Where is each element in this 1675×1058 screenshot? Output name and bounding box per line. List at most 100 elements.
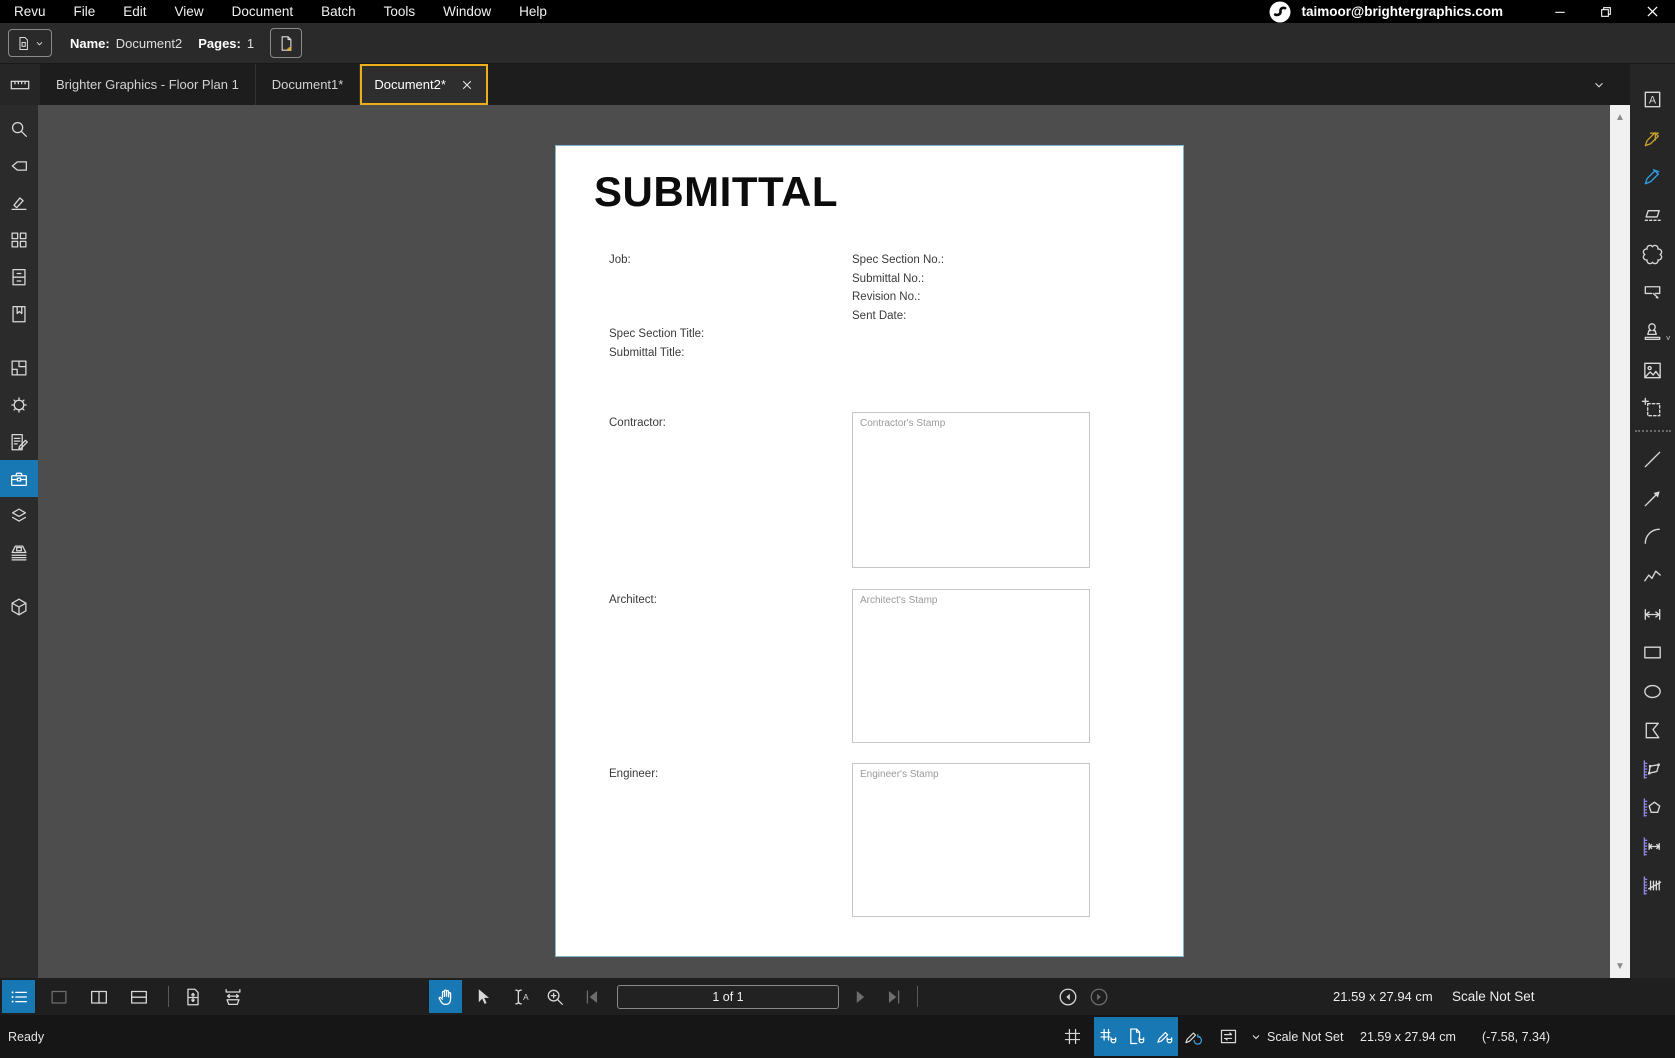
document-canvas[interactable]: SUBMITTAL Job: Spec Section No.: Submitt… — [38, 105, 1610, 978]
sidebar-item-thumbnails[interactable] — [0, 221, 38, 258]
tool-cloud[interactable] — [1633, 235, 1673, 274]
fit-width-button[interactable] — [216, 980, 249, 1013]
snap-document-toggle[interactable] — [1122, 1017, 1150, 1056]
minimize-button[interactable] — [1537, 0, 1583, 23]
tool-callout[interactable] — [1633, 273, 1673, 312]
engineer-stamp-field[interactable]: Engineer's Stamp — [852, 763, 1090, 917]
sidebar-item-markup-summary[interactable] — [0, 423, 38, 460]
next-page-button[interactable] — [843, 980, 876, 1013]
next-view-button[interactable] — [1082, 980, 1115, 1013]
menu-edit[interactable]: Edit — [109, 0, 160, 23]
sidebar-item-layers[interactable] — [0, 497, 38, 534]
markup-reuse-toggle[interactable] — [1178, 1017, 1206, 1056]
layers-icon — [8, 505, 30, 527]
sidebar-item-3d-model[interactable] — [0, 534, 38, 571]
sidebar-item-studio[interactable] — [0, 588, 38, 625]
tool-dimension[interactable] — [1633, 595, 1673, 634]
tool-measure-perimeter[interactable] — [1633, 750, 1673, 789]
sync-views-toggle[interactable] — [1214, 1017, 1242, 1056]
split-horizontal-button[interactable] — [122, 980, 155, 1013]
sidebar-item-signature[interactable] — [0, 184, 38, 221]
scale-dropdown[interactable]: Scale Not Set — [1250, 1015, 1343, 1058]
select-button[interactable] — [466, 980, 499, 1013]
markup-toolbar: A ˅ — [1630, 64, 1675, 978]
select-text-button[interactable]: A — [502, 980, 535, 1013]
sidebar-item-tag[interactable] — [0, 147, 38, 184]
markup-list-button[interactable] — [2, 980, 35, 1013]
tool-highlighter[interactable] — [1633, 196, 1673, 235]
new-page-button[interactable] — [270, 28, 303, 58]
sidebar-item-settings[interactable] — [0, 386, 38, 423]
document-menu-button[interactable] — [8, 29, 52, 57]
tool-pen-yellow[interactable] — [1633, 119, 1673, 158]
chevron-down-icon[interactable]: ˅ — [1666, 334, 1671, 343]
single-pane-button[interactable] — [42, 980, 75, 1013]
tool-rectangle[interactable] — [1633, 634, 1673, 673]
zoom-button[interactable] — [539, 980, 572, 1013]
architect-stamp-field[interactable]: Architect's Stamp — [852, 589, 1090, 743]
menu-revu[interactable]: Revu — [0, 0, 60, 23]
callout-icon — [1641, 281, 1664, 304]
first-page-button[interactable] — [575, 980, 608, 1013]
scale-readout[interactable]: Scale Not Set — [1452, 978, 1535, 1015]
tab-document1[interactable]: Document1* — [255, 64, 361, 105]
engineer-label: Engineer: — [609, 768, 659, 780]
tool-measure-length[interactable] — [1633, 827, 1673, 866]
last-page-button[interactable] — [877, 980, 910, 1013]
tool-note-text[interactable]: A — [1633, 80, 1673, 119]
revu-logo-icon — [1268, 0, 1292, 24]
scroll-down-icon[interactable]: ▼ — [1610, 956, 1630, 976]
tool-measure-area[interactable] — [1633, 788, 1673, 827]
vertical-scrollbar[interactable]: ▲ ▼ — [1610, 105, 1630, 978]
tool-measure-count[interactable] — [1633, 866, 1673, 905]
tool-arc[interactable] — [1633, 518, 1673, 557]
menu-batch[interactable]: Batch — [307, 0, 370, 23]
tool-pen-blue[interactable] — [1633, 157, 1673, 196]
dimension-icon — [1641, 603, 1664, 626]
thumbnails-icon — [8, 229, 30, 251]
tab-floor-plan[interactable]: Brighter Graphics - Floor Plan 1 — [40, 64, 256, 105]
contractor-stamp-field[interactable]: Contractor's Stamp — [852, 412, 1090, 568]
sidebar-item-tool-chest[interactable] — [0, 460, 38, 497]
menu-view[interactable]: View — [161, 0, 218, 23]
user-email[interactable]: taimoor@brightergraphics.com — [1302, 4, 1503, 19]
tool-arrow[interactable] — [1633, 479, 1673, 518]
tab-close-icon[interactable] — [460, 78, 474, 92]
menu-tools[interactable]: Tools — [370, 0, 430, 23]
menu-document[interactable]: Document — [218, 0, 308, 23]
pan-button[interactable] — [429, 980, 462, 1013]
split-vertical-button[interactable] — [82, 980, 115, 1013]
snap-markup-toggle[interactable] — [1150, 1017, 1178, 1056]
sidebar-item-bookmarks[interactable] — [0, 295, 38, 332]
sidebar-item-spaces[interactable] — [0, 349, 38, 386]
scroll-up-icon[interactable]: ▲ — [1610, 107, 1630, 127]
tab-overflow-chevron-icon[interactable] — [1592, 64, 1606, 105]
signature-icon — [8, 192, 30, 214]
cursor-coordinates: (-7.58, 7.34) — [1482, 1029, 1551, 1044]
snap-grid-toggle[interactable] — [1094, 1017, 1122, 1056]
close-button[interactable] — [1629, 0, 1675, 23]
tool-line[interactable] — [1633, 440, 1673, 479]
page-indicator[interactable]: 1 of 1 — [617, 985, 839, 1009]
menu-file[interactable]: File — [60, 0, 110, 23]
sidebar-item-file-access[interactable] — [0, 258, 38, 295]
tool-ellipse[interactable] — [1633, 672, 1673, 711]
image-icon — [1641, 359, 1664, 382]
menu-help[interactable]: Help — [505, 0, 561, 23]
ruler-icon[interactable] — [0, 64, 40, 105]
grid-toggle[interactable] — [1058, 1017, 1086, 1056]
tool-polyline[interactable] — [1633, 556, 1673, 595]
pdf-page[interactable]: SUBMITTAL Job: Spec Section No.: Submitt… — [556, 146, 1183, 956]
first-page-icon — [581, 986, 603, 1008]
tool-polygon[interactable] — [1633, 711, 1673, 750]
architect-label: Architect: — [609, 594, 657, 606]
previous-view-button[interactable] — [1051, 980, 1084, 1013]
menu-window[interactable]: Window — [429, 0, 505, 23]
sidebar-item-search[interactable] — [0, 110, 38, 147]
tool-stamp[interactable]: ˅ — [1633, 312, 1673, 351]
tool-snapshot[interactable] — [1633, 390, 1673, 429]
tab-document2[interactable]: Document2* — [360, 64, 488, 105]
tool-image[interactable] — [1633, 351, 1673, 390]
fit-page-button[interactable] — [176, 980, 209, 1013]
restore-button[interactable] — [1583, 0, 1629, 23]
